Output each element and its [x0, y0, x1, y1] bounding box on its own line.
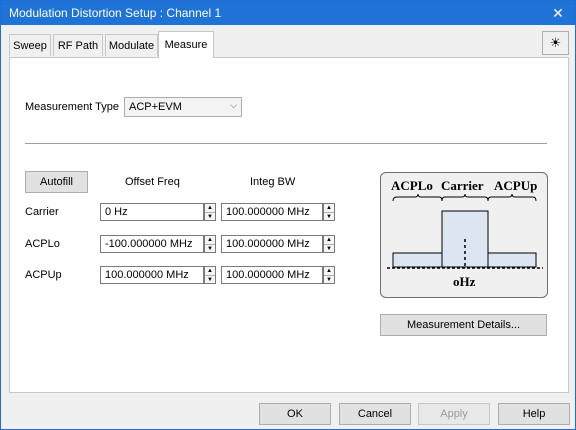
tab-modulate[interactable]: Modulate [105, 34, 158, 56]
spin-down-icon[interactable]: ▼ [205, 244, 215, 253]
diagram-label-carrier: Carrier [441, 178, 484, 193]
ok-button[interactable]: OK [259, 403, 331, 425]
spin-up-icon[interactable]: ▲ [205, 204, 215, 212]
spin-down-icon[interactable]: ▼ [205, 212, 215, 221]
acplo-offset-value: -100.000000 MHz [105, 238, 193, 250]
measurement-details-button[interactable]: Measurement Details... [380, 314, 547, 336]
acpup-bw-spinner[interactable]: ▲ ▼ [323, 266, 335, 284]
close-button[interactable]: ✕ [541, 1, 575, 25]
carrier-bw-spinner[interactable]: ▲ ▼ [323, 203, 335, 221]
acplo-band [392, 252, 443, 268]
spin-down-icon[interactable]: ▼ [324, 212, 334, 221]
spin-down-icon[interactable]: ▼ [205, 275, 215, 284]
acpup-bw-value: 100.000000 MHz [226, 269, 310, 281]
diagram-label-acpup: ACPUp [494, 178, 537, 193]
carrier-bw-value: 100.000000 MHz [226, 206, 310, 218]
title-bar[interactable]: Modulation Distortion Setup : Channel 1 … [1, 1, 575, 25]
carrier-offset-spinner[interactable]: ▲ ▼ [204, 203, 216, 221]
acplo-offset-field[interactable]: -100.000000 MHz ▲ ▼ [100, 235, 216, 253]
spectrum-svg: ACPLo Carrier ACPUp oHz [387, 178, 543, 289]
dialog-window: Modulation Distortion Setup : Channel 1 … [0, 0, 576, 430]
brace-carrier [441, 193, 489, 202]
brace-acpup [487, 193, 537, 202]
acpup-offset-value: 100.000000 MHz [105, 269, 189, 281]
carrier-offset-value: 0 Hz [105, 206, 128, 218]
spin-up-icon[interactable]: ▲ [324, 204, 334, 212]
tab-measure[interactable]: Measure [158, 31, 214, 58]
tab-sweep[interactable]: Sweep [9, 34, 51, 56]
spin-up-icon[interactable]: ▲ [205, 236, 215, 244]
acpup-band [487, 252, 537, 268]
cancel-button[interactable]: Cancel [339, 403, 411, 425]
spin-up-icon[interactable]: ▲ [205, 267, 215, 275]
brace-acplo [392, 193, 443, 202]
section-divider [25, 143, 547, 144]
measurement-type-label: Measurement Type [25, 101, 119, 113]
autofill-button[interactable]: Autofill [25, 171, 88, 193]
acplo-bw-spinner[interactable]: ▲ ▼ [323, 235, 335, 253]
apply-button[interactable]: Apply [418, 403, 490, 425]
acpup-offset-field[interactable]: 100.000000 MHz ▲ ▼ [100, 266, 216, 284]
spin-up-icon[interactable]: ▲ [324, 236, 334, 244]
acplo-bw-field[interactable]: 100.000000 MHz ▲ ▼ [221, 235, 335, 253]
integ-bw-header: Integ BW [250, 176, 296, 188]
sun-icon: ☀ [549, 35, 562, 50]
measurement-type-dropdown[interactable]: ACP+EVM ⌵ [124, 97, 242, 117]
help-button[interactable]: Help [498, 403, 570, 425]
row-label-carrier: Carrier [25, 206, 59, 218]
chevron-down-icon: ⌵ [230, 100, 237, 110]
row-label-acplo: ACPLo [25, 238, 60, 250]
acp-spectrum-diagram: ACPLo Carrier ACPUp oHz [380, 172, 548, 298]
window-title: Modulation Distortion Setup : Channel 1 [9, 6, 222, 20]
carrier-offset-field[interactable]: 0 Hz ▲ ▼ [100, 203, 216, 221]
carrier-bw-field[interactable]: 100.000000 MHz ▲ ▼ [221, 203, 335, 221]
spin-down-icon[interactable]: ▼ [324, 275, 334, 284]
acplo-bw-value: 100.000000 MHz [226, 238, 310, 250]
acpup-offset-spinner[interactable]: ▲ ▼ [204, 266, 216, 284]
acpup-bw-field[interactable]: 100.000000 MHz ▲ ▼ [221, 266, 335, 284]
tab-rf-path[interactable]: RF Path [53, 34, 103, 56]
spin-up-icon[interactable]: ▲ [324, 267, 334, 275]
diagram-label-center: oHz [453, 274, 476, 289]
diagram-label-acplo: ACPLo [391, 178, 433, 193]
measurement-type-value: ACP+EVM [129, 101, 182, 113]
display-mode-button[interactable]: ☀ [542, 31, 569, 55]
row-label-acpup: ACPUp [25, 269, 62, 281]
offset-freq-header: Offset Freq [125, 176, 180, 188]
spin-down-icon[interactable]: ▼ [324, 244, 334, 253]
acplo-offset-spinner[interactable]: ▲ ▼ [204, 235, 216, 253]
